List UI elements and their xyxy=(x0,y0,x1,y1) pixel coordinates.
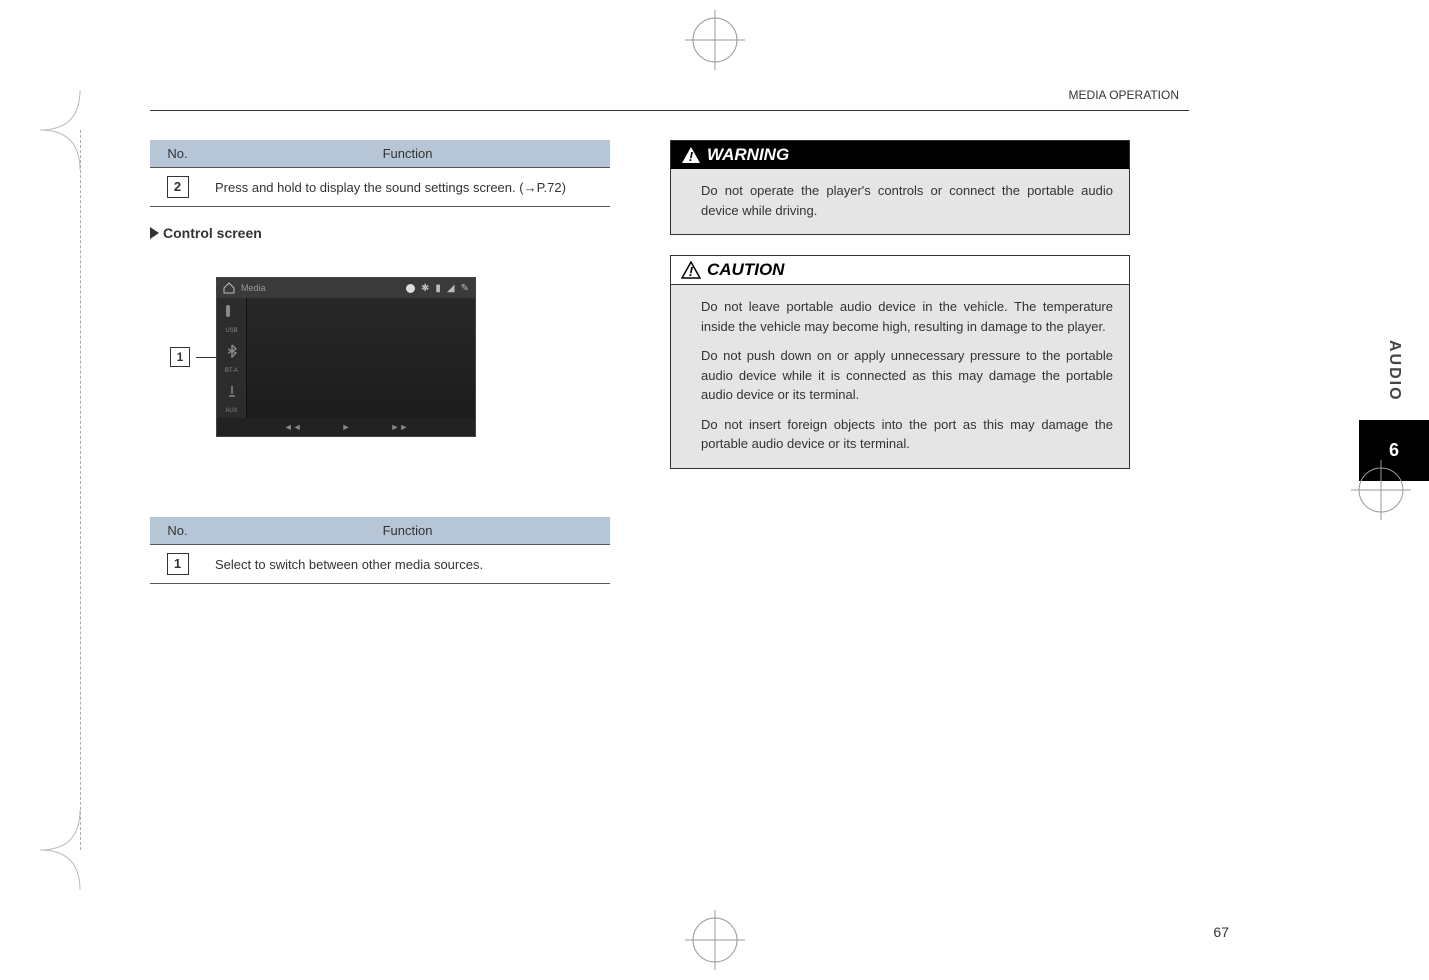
usb-label: USB xyxy=(225,328,237,334)
device-screenshot: Media ✱ ▮ ◢ ✎ USB BT-A AUX xyxy=(216,277,476,437)
header-rule xyxy=(150,110,1189,111)
caution-title: CAUTION xyxy=(707,260,784,280)
caution-box: ! CAUTION Do not leave portable audio de… xyxy=(670,255,1130,469)
control-screen-figure: 1 Media ✱ ▮ ◢ ✎ xyxy=(170,277,610,437)
caution-item: Do not insert foreign objects into the p… xyxy=(701,415,1113,454)
device-playbar: ◄◄ ► ►► xyxy=(217,418,475,436)
record-icon xyxy=(406,284,415,293)
table-row: 1 Select to switch between other media s… xyxy=(150,545,610,584)
registration-mark-side xyxy=(1351,460,1411,520)
table2-num-box: 1 xyxy=(167,553,189,575)
caution-body: Do not leave portable audio device in th… xyxy=(671,285,1129,468)
table1-num-box: 2 xyxy=(167,176,189,198)
spine-curve-bot xyxy=(40,810,120,890)
play-icon: ► xyxy=(342,422,351,432)
device-topbar: Media ✱ ▮ ◢ ✎ xyxy=(217,278,475,298)
prev-track-icon: ◄◄ xyxy=(284,422,302,432)
function-table-2: No. Function 1 Select to switch between … xyxy=(150,517,610,584)
caution-item: Do not push down on or apply unnecessary… xyxy=(701,346,1113,405)
warning-body: Do not operate the player's controls or … xyxy=(671,169,1129,234)
bta-label: BT-A xyxy=(225,368,238,374)
page-number: 67 xyxy=(1213,924,1229,940)
function-table-1: No. Function 2 Press and hold to display… xyxy=(150,140,610,207)
battery-icon: ▮ xyxy=(435,283,441,294)
phone-icon xyxy=(225,304,239,318)
bluetooth-side-icon xyxy=(225,344,239,358)
spine-line xyxy=(80,130,81,850)
edit-icon: ✎ xyxy=(461,283,469,294)
table-row: 2 Press and hold to display the sound se… xyxy=(150,168,610,207)
triangle-bullet-icon xyxy=(150,227,159,239)
device-left-strip: USB BT-A AUX xyxy=(217,298,247,418)
caution-item: Do not leave portable audio device in th… xyxy=(701,297,1113,336)
registration-mark-bottom xyxy=(685,910,745,970)
svg-text:!: ! xyxy=(689,149,694,164)
next-track-icon: ►► xyxy=(390,422,408,432)
home-icon xyxy=(223,282,235,294)
device-media-label: Media xyxy=(241,283,266,293)
table1-row-text: Press and hold to display the sound sett… xyxy=(205,168,610,207)
header-section-label: MEDIA OPERATION xyxy=(1069,88,1179,102)
table2-row-text: Select to switch between other media sou… xyxy=(205,545,610,584)
caution-triangle-icon: ! xyxy=(681,261,701,279)
table2-header-func: Function xyxy=(205,517,610,545)
signal-icon: ◢ xyxy=(447,283,455,294)
aux-label: AUX xyxy=(225,408,237,414)
caution-header: ! CAUTION xyxy=(671,256,1129,285)
control-screen-heading: Control screen xyxy=(150,225,610,241)
warning-triangle-icon: ! xyxy=(681,146,701,164)
warning-item: Do not operate the player's controls or … xyxy=(701,181,1113,220)
warning-title: WARNING xyxy=(707,145,789,165)
registration-mark-top xyxy=(685,10,745,70)
table1-header-no: No. xyxy=(150,140,205,168)
aux-icon xyxy=(225,384,239,398)
table1-header-func: Function xyxy=(205,140,610,168)
control-screen-label: Control screen xyxy=(163,225,262,241)
side-audio-label: AUDIO xyxy=(1385,340,1403,402)
callout-number-1: 1 xyxy=(170,347,190,367)
bluetooth-icon: ✱ xyxy=(421,283,429,294)
warning-header: ! WARNING xyxy=(671,141,1129,169)
table2-header-no: No. xyxy=(150,517,205,545)
callout-leader-line xyxy=(196,357,216,358)
warning-box: ! WARNING Do not operate the player's co… xyxy=(670,140,1130,235)
svg-text:!: ! xyxy=(689,264,694,279)
